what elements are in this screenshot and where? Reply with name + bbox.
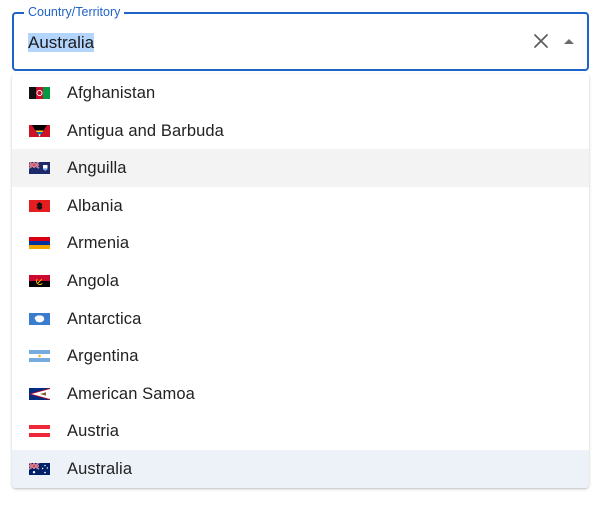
selected-text: Australia <box>28 33 95 52</box>
flag-am-icon <box>29 237 50 250</box>
flag-af-icon <box>29 87 50 99</box>
flag-as-icon <box>29 387 50 400</box>
flag-ag-icon <box>29 124 50 137</box>
close-popup-button[interactable] <box>558 30 580 52</box>
flag-ai-icon <box>29 162 50 175</box>
option-australia[interactable]: Australia <box>12 449 589 488</box>
country-input[interactable]: Australia <box>28 31 95 55</box>
country-combobox[interactable]: Country/Territory Australia <box>12 4 589 71</box>
option-label: Albania <box>67 196 123 215</box>
flag-al-icon <box>29 199 50 212</box>
autocomplete: Country/Territory Australia Afghanistan <box>0 0 600 505</box>
option-label: Antarctica <box>67 309 142 328</box>
option-label: Armenia <box>67 234 130 253</box>
option-american-samoa[interactable]: American Samoa <box>12 375 589 413</box>
option-afghanistan[interactable]: Afghanistan <box>12 74 589 112</box>
close-icon <box>534 34 548 48</box>
option-label: Afghanistan <box>67 84 156 102</box>
flag-aq-icon <box>29 312 50 325</box>
flag-au-icon <box>29 462 50 475</box>
option-austria[interactable]: Austria <box>12 412 589 450</box>
option-albania[interactable]: Albania <box>12 187 589 225</box>
option-label: American Samoa <box>67 384 195 403</box>
option-antigua-and-barbuda[interactable]: Antigua and Barbuda <box>12 112 589 150</box>
option-armenia[interactable]: Armenia <box>12 224 589 262</box>
option-label: Argentina <box>67 347 139 366</box>
option-label: Antigua and Barbuda <box>67 121 224 140</box>
option-label: Anguilla <box>67 159 127 178</box>
option-label: Angola <box>67 271 119 290</box>
option-antarctica[interactable]: Antarctica <box>12 300 589 338</box>
option-anguilla[interactable]: Anguilla <box>12 149 589 187</box>
arrow-drop-up-icon <box>564 39 574 44</box>
option-label: Austria <box>67 422 120 441</box>
flag-ar-icon <box>29 350 50 363</box>
option-angola[interactable]: Angola <box>12 262 589 300</box>
field-label: Country/Territory <box>24 4 125 20</box>
country-listbox: Afghanistan Antigua and Barbuda Anguilla… <box>12 74 589 488</box>
flag-at-icon <box>29 425 50 438</box>
flag-ao-icon <box>29 274 50 287</box>
option-argentina[interactable]: Argentina <box>12 337 589 375</box>
clear-button[interactable] <box>530 30 552 52</box>
option-label: Australia <box>67 459 133 478</box>
